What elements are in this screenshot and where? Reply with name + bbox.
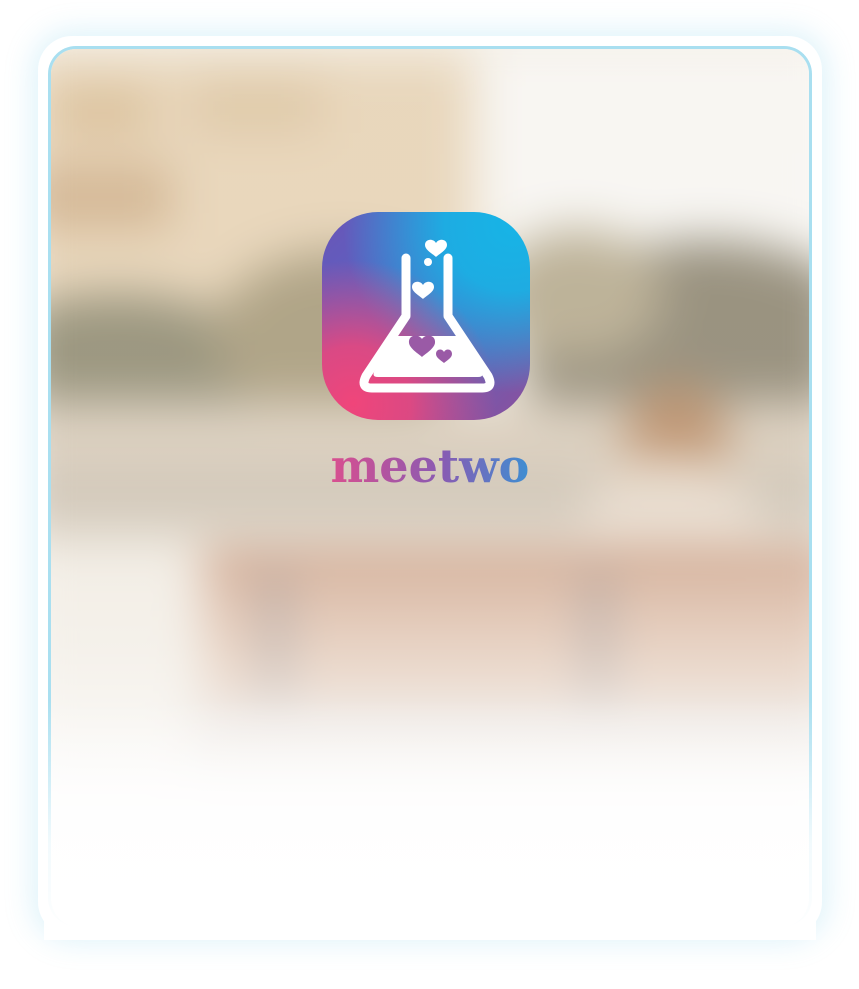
brand-name: meetwo xyxy=(331,439,530,493)
app-logo xyxy=(322,212,530,420)
brand-wordmark: meetwo xyxy=(300,430,560,500)
app-icon xyxy=(322,212,530,420)
splash-screen: meetwo xyxy=(0,0,859,989)
flask-hearts-icon xyxy=(359,239,495,393)
